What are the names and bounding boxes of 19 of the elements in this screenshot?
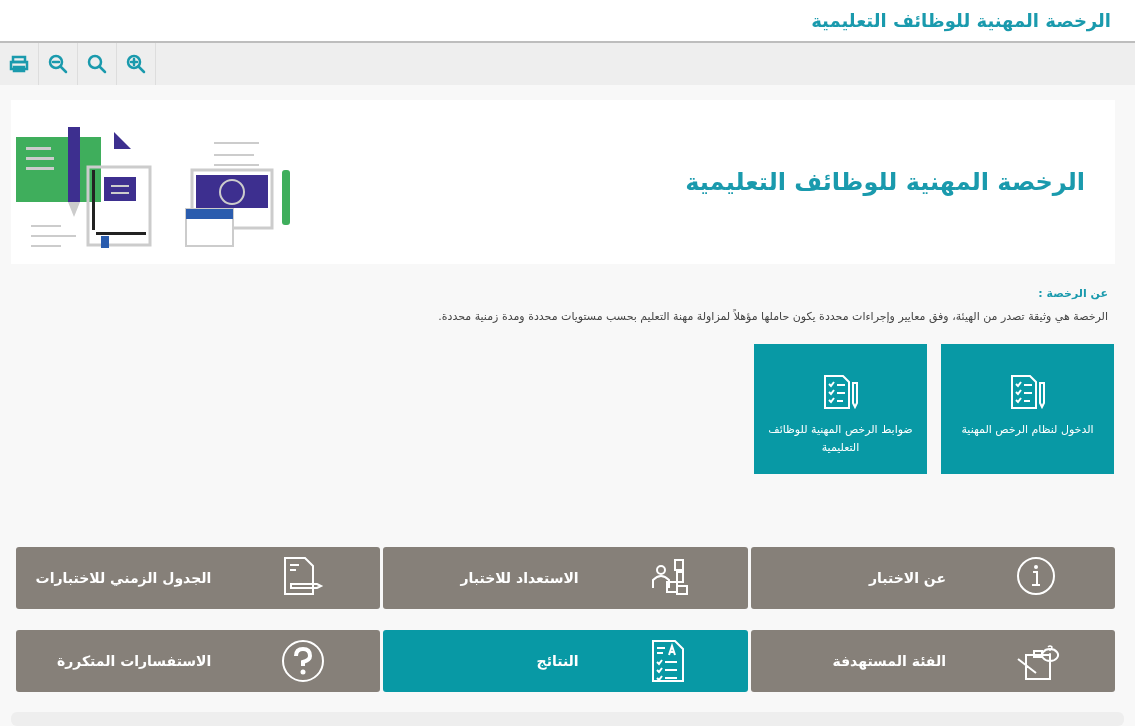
page-title: الرخصة المهنية للوظائف التعليمية	[811, 9, 1111, 34]
menu-tile[interactable]: النتائج	[383, 630, 748, 692]
menu-tile[interactable]: الجدول الزمني للاختبارات	[16, 547, 381, 609]
menu-tile[interactable]: الفئة المستهدفة	[750, 630, 1115, 692]
question-mark-icon	[281, 639, 326, 683]
menu-tile[interactable]: الاستفسارات المتكررة	[16, 630, 381, 692]
zoom-out-icon	[48, 54, 68, 74]
link-card[interactable]: الدخول لنظام الرخص المهنية	[941, 344, 1114, 474]
about-text: الرخصة هي وثيقة تصدر من الهيئة، وفق معايير وإجراءات محددة يكون حاملها مؤهلاً لمزاولة مهنة التعليم بحسب مستويات محددة ومدة زمنية محددة.	[437, 308, 1108, 325]
about-heading: عن الرخصة :	[1037, 286, 1108, 302]
banner-title: الرخصة المهنية للوظائف التعليمية	[685, 167, 1085, 198]
checklist-icon	[822, 375, 859, 409]
menu-tile[interactable]: الاستعداد للاختبار	[383, 547, 748, 609]
print-icon	[9, 54, 29, 74]
menu-tile[interactable]: عن الاختبار	[750, 547, 1115, 609]
link-card[interactable]: ضوابط الرخص المهنية للوظائف التعليمية	[754, 344, 927, 474]
search-icon	[87, 54, 107, 74]
zoom-in-icon	[126, 54, 146, 74]
checklist-icon	[1009, 375, 1046, 409]
